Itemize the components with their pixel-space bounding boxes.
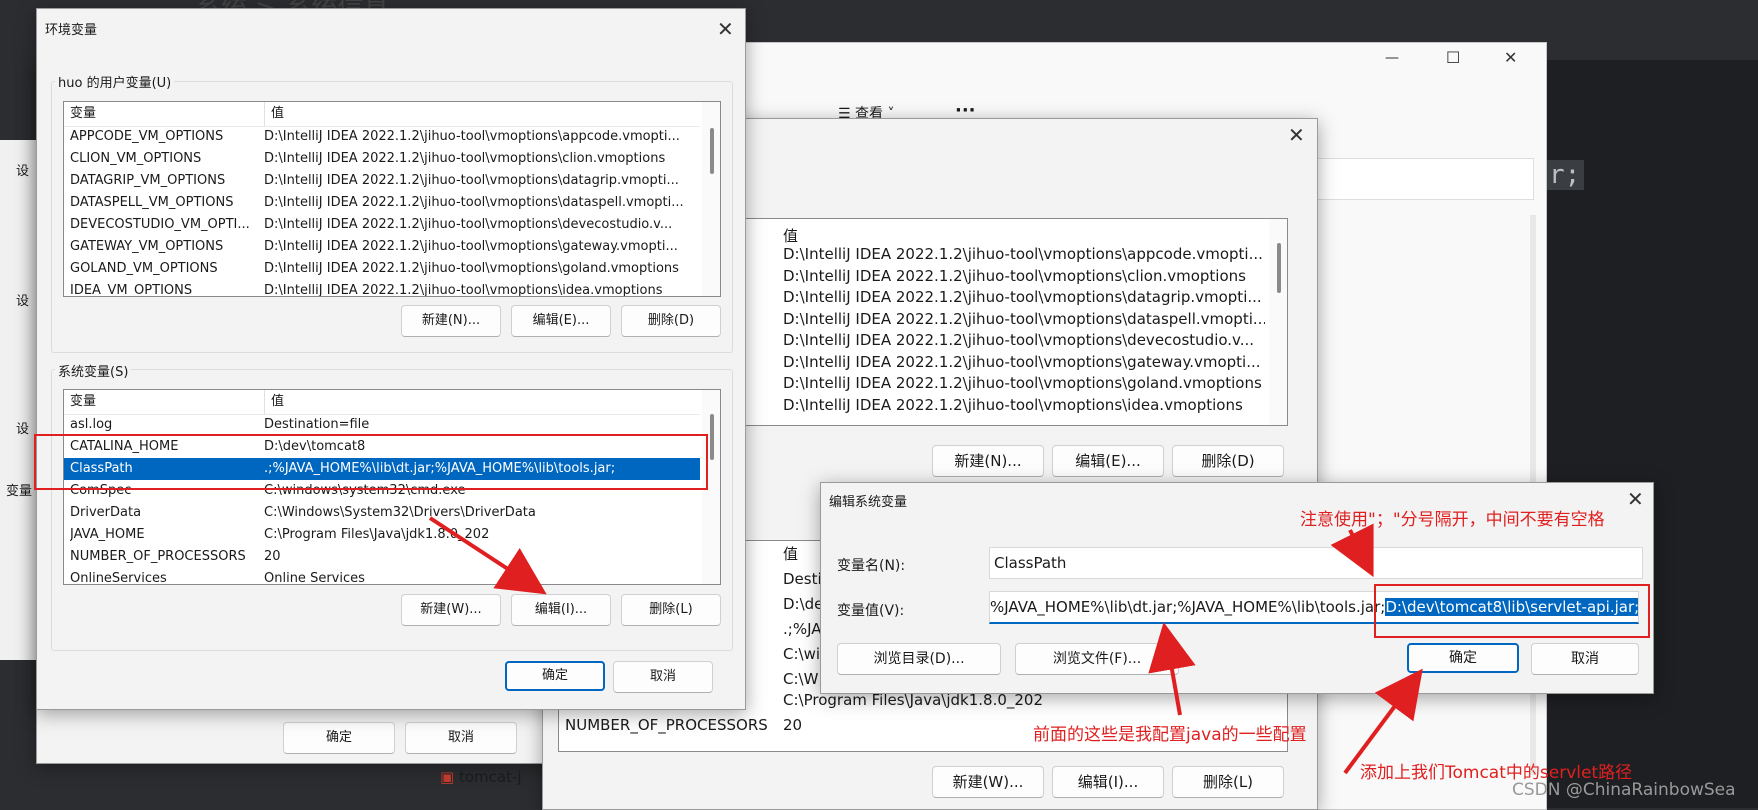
arrow-to-prefix [1148, 622, 1196, 716]
arrow-to-edit-button [428, 516, 547, 595]
annotation-arrows [428, 516, 1423, 775]
watermark: CSDN @ChinaRainbowSea [1512, 780, 1736, 800]
arrow-to-semicolon [1330, 523, 1374, 578]
arrow-to-servlet-path [1343, 668, 1423, 775]
